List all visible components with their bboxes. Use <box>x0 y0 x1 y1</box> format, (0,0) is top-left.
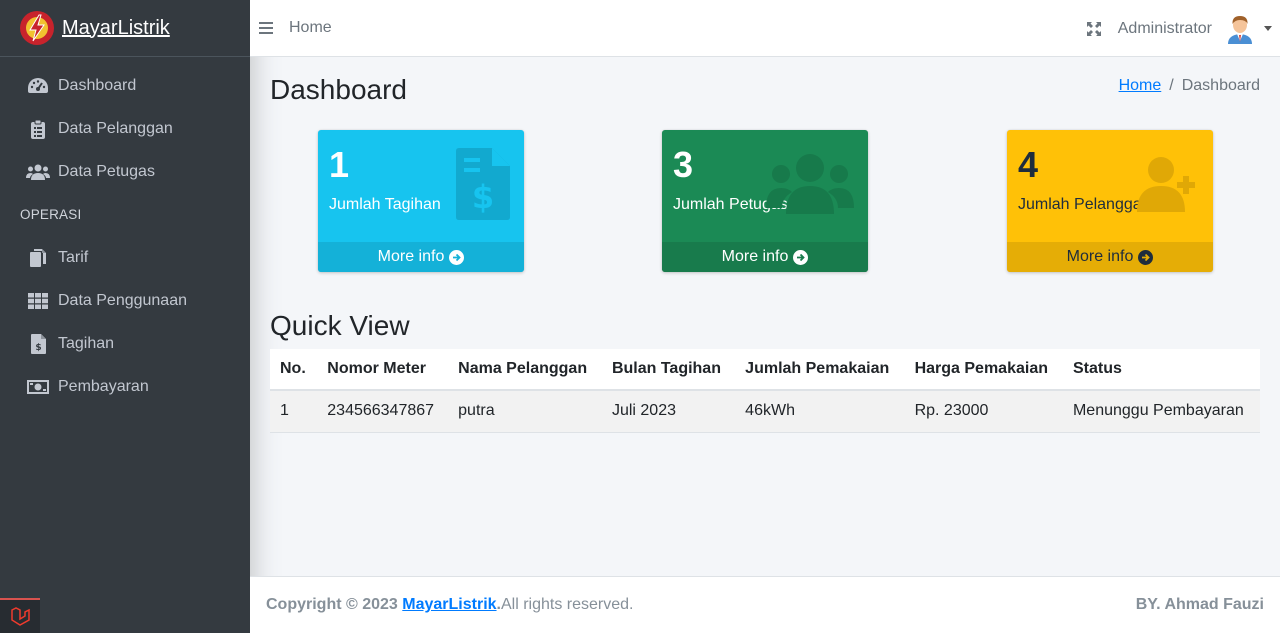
breadcrumb: Home / Dashboard <box>1119 77 1260 95</box>
sidebar-item-label: Data Penggunaan <box>58 291 187 309</box>
info-box-label: Jumlah Tagihan <box>329 196 441 213</box>
tachometer-icon <box>26 76 50 96</box>
arrow-circle-right-icon <box>793 249 809 265</box>
user-name[interactable]: Administrator <box>1118 20 1212 38</box>
menu-toggle-icon[interactable] <box>259 22 273 34</box>
info-box-jumlah-petugas: 3 Jumlah Petugas More info <box>662 130 868 272</box>
sidebar-item-label: Data Pelanggan <box>58 119 173 137</box>
sidebar-item-data-pelanggan[interactable]: Data Pelanggan <box>0 107 250 150</box>
table-cell: Rp. 23000 <box>904 390 1063 433</box>
money-bill-icon <box>26 377 50 397</box>
brand-logo-icon <box>20 11 54 45</box>
footer-author: BY. Ahmad Fauzi <box>1135 596 1264 613</box>
table-cell: putra <box>448 390 602 433</box>
sidebar-item-label: Pembayaran <box>58 377 149 395</box>
top-navbar: Home Administrator <box>250 0 1280 57</box>
user-plus-icon <box>1137 156 1201 217</box>
more-info-link[interactable]: More info <box>318 242 524 272</box>
page-title: Dashboard <box>270 74 407 105</box>
quick-view-table: No. Nomor Meter Nama Pelanggan Bulan Tag… <box>270 349 1260 433</box>
sidebar-item-label: Tarif <box>58 248 89 266</box>
sidebar-item-pembayaran[interactable]: Pembayaran <box>0 365 250 408</box>
footer-rights-text: All rights reserved. <box>501 596 634 613</box>
column-header: Status <box>1062 349 1260 391</box>
more-info-link[interactable]: More info <box>662 242 868 272</box>
info-box-number: 4 <box>1018 144 1039 185</box>
page-footer: Copyright © 2023 MayarListrik. All right… <box>250 576 1280 633</box>
svg-text:$: $ <box>35 343 41 353</box>
more-info-link[interactable]: More info <box>1007 242 1213 272</box>
copy-icon <box>26 248 50 268</box>
column-header: Nama Pelanggan <box>448 349 602 391</box>
invoice-icon: $ <box>26 333 50 354</box>
breadcrumb-home-link[interactable]: Home <box>1119 77 1162 95</box>
table-cell: 1 <box>270 390 318 433</box>
avatar[interactable] <box>1226 14 1254 44</box>
table-cell: Menunggu Pembayaran <box>1062 390 1260 433</box>
info-box-number: 1 <box>329 144 350 185</box>
sidebar-item-tagihan[interactable]: $ Tagihan <box>0 322 250 365</box>
brand-name[interactable]: MayarListrik <box>62 17 170 40</box>
info-box-jumlah-pelanggan: 4 Jumlah Pelanggan More info <box>1007 130 1213 272</box>
table-cell: 46kWh <box>735 390 905 433</box>
arrow-circle-right-icon <box>449 249 465 265</box>
more-info-label: More info <box>1066 248 1134 265</box>
sidebar-item-dashboard[interactable]: Dashboard <box>0 64 250 107</box>
sidebar-item-label: Data Petugas <box>58 162 155 180</box>
quick-view-title: Quick View <box>270 310 410 341</box>
arrow-circle-right-icon <box>1138 249 1154 265</box>
column-header: Bulan Tagihan <box>601 349 736 391</box>
svg-text:$: $ <box>472 178 494 216</box>
chevron-down-icon[interactable] <box>1264 26 1272 31</box>
sidebar-item-data-penggunaan[interactable]: Data Penggunaan <box>0 279 250 322</box>
grid-icon <box>26 291 50 311</box>
info-box-jumlah-tagihan: 1 Jumlah Tagihan $ More info <box>318 130 524 272</box>
more-info-label: More info <box>721 248 789 265</box>
breadcrumb-separator: / <box>1169 77 1174 94</box>
sidebar-item-tarif[interactable]: Tarif <box>0 236 250 279</box>
table-header-row: No. Nomor Meter Nama Pelanggan Bulan Tag… <box>270 349 1260 391</box>
laravel-logo-icon <box>0 598 40 633</box>
table-cell: 234566347867 <box>317 390 449 433</box>
sidebar-section-header: OPERASI <box>20 207 82 222</box>
top-nav-home-link[interactable]: Home <box>289 19 332 37</box>
column-header: Nomor Meter <box>317 349 449 391</box>
footer-brand-link[interactable]: MayarListrik <box>402 596 496 614</box>
sidebar: MayarListrik Dashboard Data Pelanggan Da… <box>0 0 250 633</box>
users-icon <box>766 152 854 221</box>
info-box-label: Jumlah Pelanggan <box>1018 196 1151 213</box>
clipboard-icon <box>26 119 50 139</box>
more-info-label: More info <box>377 248 445 265</box>
copyright-text: Copyright © 2023 <box>266 596 398 613</box>
users-icon <box>26 162 50 182</box>
fullscreen-icon[interactable] <box>1086 21 1102 37</box>
sidebar-nav: Dashboard Data Pelanggan Data Petugas OP… <box>0 57 250 408</box>
info-box-number: 3 <box>673 144 694 185</box>
breadcrumb-current: Dashboard <box>1181 77 1260 94</box>
column-header: No. <box>270 349 318 391</box>
sidebar-item-label: Dashboard <box>58 76 137 94</box>
brand-link[interactable]: MayarListrik <box>0 0 250 57</box>
column-header: Jumlah Pemakaian <box>735 349 905 391</box>
sidebar-item-label: Tagihan <box>58 334 115 352</box>
sidebar-item-data-petugas[interactable]: Data Petugas <box>0 150 250 193</box>
column-header: Harga Pemakaian <box>904 349 1063 391</box>
table-cell: Juli 2023 <box>601 390 736 433</box>
invoice-dollar-icon: $ <box>456 148 510 225</box>
table-row: 1 234566347867 putra Juli 2023 46kWh Rp.… <box>270 390 1260 433</box>
